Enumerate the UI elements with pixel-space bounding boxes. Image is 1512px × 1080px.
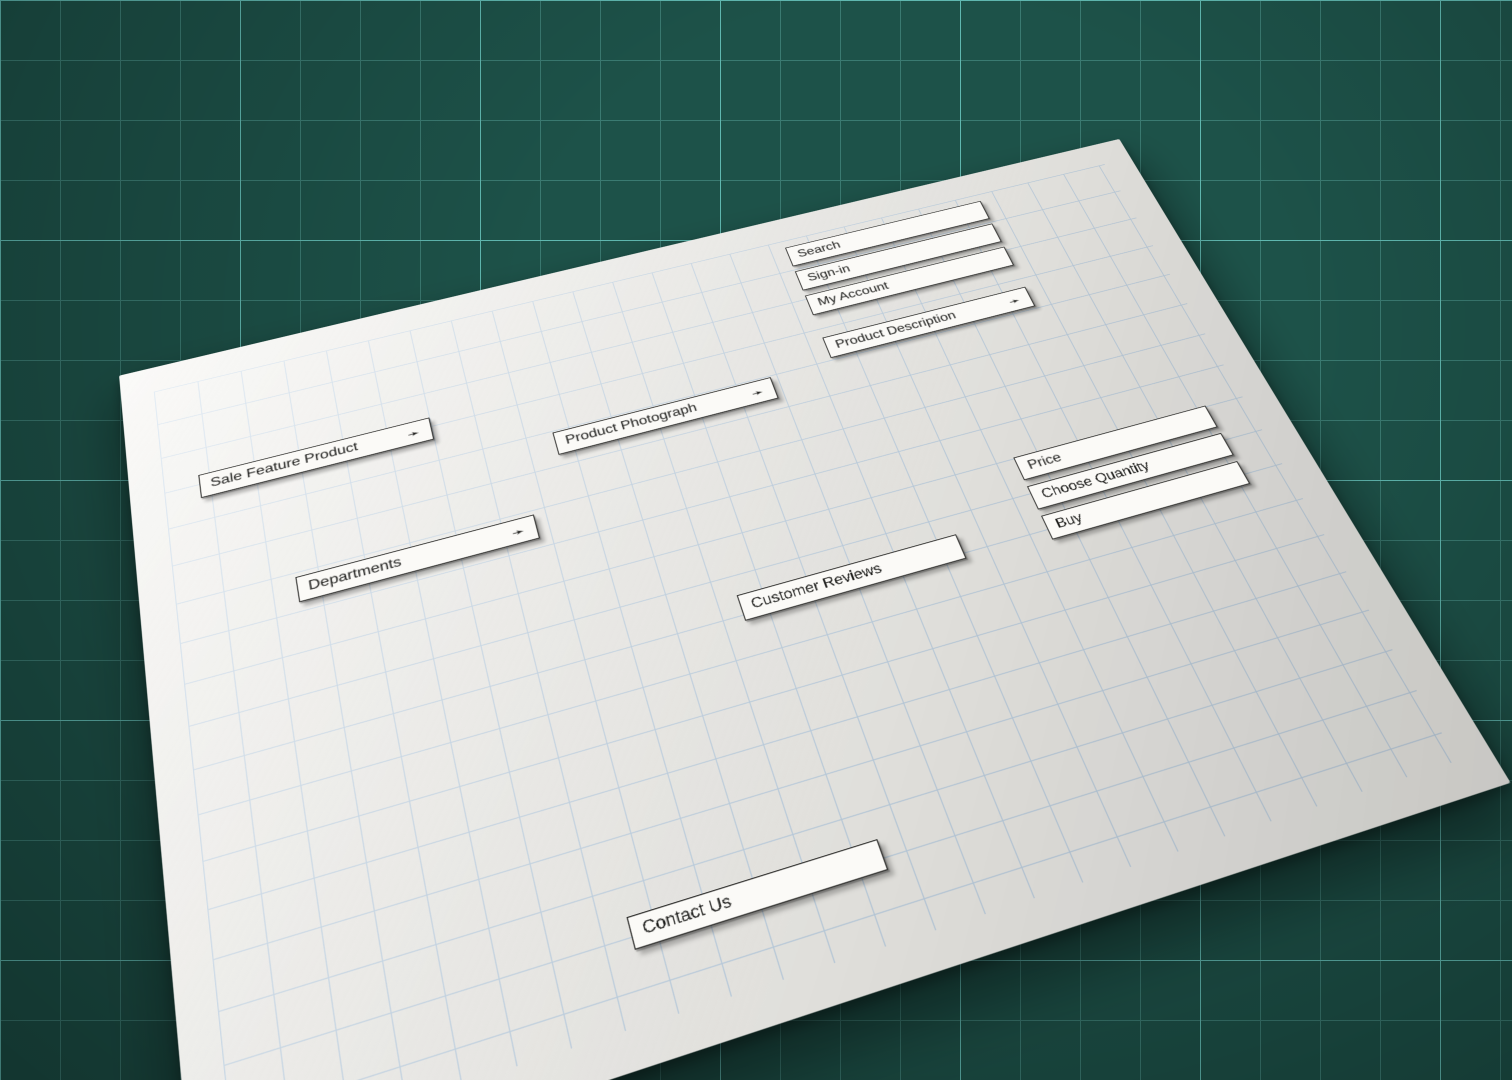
card-contact-us[interactable]: Contact Us [626, 839, 888, 950]
card-label: Search [796, 239, 843, 260]
card-label: Sign-in [806, 262, 853, 284]
arrow-icon: ➛ [1007, 295, 1022, 307]
card-label: Price [1025, 450, 1064, 472]
card-departments[interactable]: Departments ➛ [295, 514, 540, 602]
arrow-icon: ➛ [750, 386, 765, 399]
card-label: Buy [1053, 510, 1085, 531]
card-label: Contact Us [641, 892, 735, 939]
grid-paper: Search Sign-in My Account Product Descri… [119, 139, 1510, 1080]
card-label: Customer Reviews [749, 561, 884, 612]
card-label: Product Photograph [564, 401, 699, 448]
card-customer-reviews[interactable]: Customer Reviews [737, 534, 967, 621]
card-label: Departments [307, 554, 402, 593]
card-product-photograph[interactable]: Product Photograph ➛ [552, 377, 778, 455]
arrow-icon: ➛ [511, 524, 526, 539]
card-sale-feature-product[interactable]: Sale Feature Product ➛ [198, 417, 434, 498]
arrow-icon: ➛ [407, 426, 421, 440]
scene: Search Sign-in My Account Product Descri… [0, 0, 1512, 1080]
card-label: Product Description [834, 309, 959, 351]
card-label: Sale Feature Product [210, 440, 359, 490]
